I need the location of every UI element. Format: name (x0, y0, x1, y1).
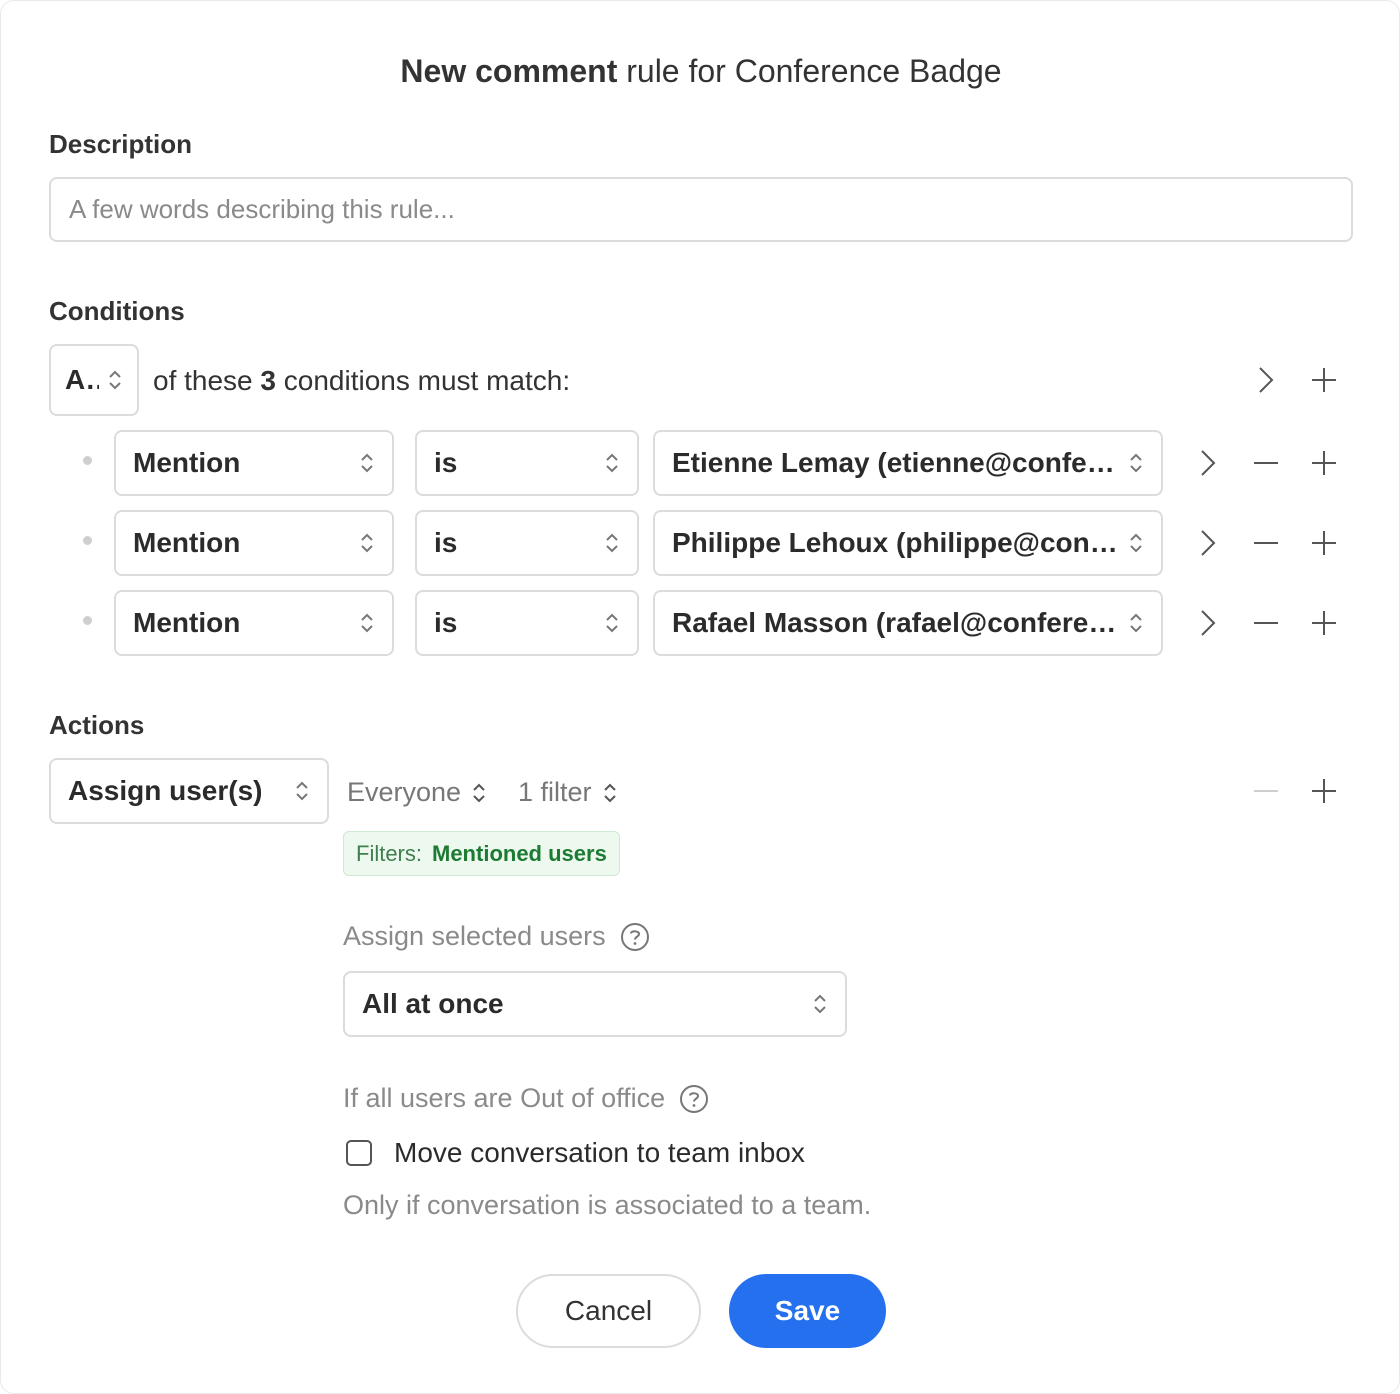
help-icon[interactable] (679, 1084, 709, 1114)
condition-field-select[interactable]: Mention (114, 430, 394, 496)
condition-operator-value: is (434, 527, 458, 558)
filters-key: Filters: (356, 840, 422, 866)
condition-expand-chevron-icon[interactable] (1191, 447, 1223, 479)
condition-value-text: Rafael Masson (rafael@conference.com) (672, 607, 1120, 638)
updown-chevron-icon (603, 783, 616, 802)
ooo-label-text: If all users are Out of office (343, 1083, 666, 1113)
move-to-team-inbox-label[interactable]: Move conversation to team inbox (394, 1137, 805, 1169)
action-type-select[interactable]: Assign user(s) (49, 758, 329, 824)
add-condition-plus-icon[interactable] (1308, 527, 1340, 559)
updown-chevron-icon (1130, 613, 1142, 633)
updown-chevron-icon (606, 613, 618, 633)
updown-chevron-icon (109, 370, 121, 390)
summary-count: 3 (260, 365, 276, 396)
condition-field-value: Mention (133, 527, 241, 558)
condition-value-text: Philippe Lehoux (philippe@conference.com… (672, 527, 1120, 558)
condition-expand-chevron-icon[interactable] (1191, 607, 1223, 639)
conditions-summary: of these 3 conditions must match: (153, 365, 570, 397)
remove-condition-minus-icon[interactable] (1250, 607, 1282, 639)
condition-operator-select[interactable]: is (415, 430, 639, 496)
assign-mode-value: All at once (362, 988, 504, 1019)
filter-count: 1 filter (518, 777, 592, 807)
condition-field-value: Mention (133, 447, 241, 478)
assign-mode-select[interactable]: All at once (343, 971, 847, 1037)
out-of-office-label: If all users are Out of office (343, 1083, 709, 1114)
summary-pre: of these (153, 365, 261, 396)
condition-operator-select[interactable]: is (415, 590, 639, 656)
condition-bullet (83, 456, 92, 465)
updown-chevron-icon (606, 453, 618, 473)
move-to-team-inbox-checkbox[interactable] (346, 1140, 372, 1166)
dialog-title: New comment rule for Conference Badge (1, 53, 1400, 90)
condition-bullet (83, 536, 92, 545)
rule-dialog: New comment rule for Conference Badge De… (0, 0, 1400, 1394)
team-association-note: Only if conversation is associated to a … (343, 1190, 872, 1220)
condition-operator-select[interactable]: is (415, 510, 639, 576)
condition-field-value: Mention (133, 607, 241, 638)
description-input[interactable] (49, 177, 1353, 242)
condition-operator-value: is (434, 607, 458, 638)
group-expand-chevron-icon[interactable] (1249, 364, 1281, 396)
condition-bullet (83, 616, 92, 625)
condition-expand-chevron-icon[interactable] (1191, 527, 1223, 559)
dialog-title-bold: New comment (400, 53, 618, 89)
updown-chevron-icon (361, 533, 373, 553)
add-group-plus-icon[interactable] (1308, 364, 1340, 396)
updown-chevron-icon (473, 783, 485, 802)
condition-field-select[interactable]: Mention (114, 590, 394, 656)
summary-post: conditions must match: (275, 365, 571, 396)
remove-action-minus-icon[interactable] (1250, 775, 1282, 807)
actions-label: Actions (49, 710, 145, 740)
condition-value-select[interactable]: Philippe Lehoux (philippe@conference.com… (653, 510, 1163, 576)
match-mode-select[interactable]: All (49, 344, 139, 416)
remove-condition-minus-icon[interactable] (1250, 447, 1282, 479)
help-icon[interactable] (620, 922, 650, 952)
add-condition-plus-icon[interactable] (1308, 447, 1340, 479)
assign-label-text: Assign selected users (343, 921, 606, 951)
condition-value-select[interactable]: Rafael Masson (rafael@conference.com) (653, 590, 1163, 656)
match-mode-value: All (65, 364, 99, 395)
action-type-value: Assign user(s) (68, 775, 263, 806)
updown-chevron-icon (361, 453, 373, 473)
updown-chevron-icon (1130, 533, 1142, 553)
condition-operator-value: is (434, 447, 458, 478)
remove-condition-minus-icon[interactable] (1250, 527, 1282, 559)
save-button[interactable]: Save (729, 1274, 886, 1348)
assign-selected-users-label: Assign selected users (343, 921, 650, 952)
updown-chevron-icon (606, 533, 618, 553)
condition-value-text: Etienne Lemay (etienne@conference.com) (672, 447, 1120, 478)
updown-chevron-icon (296, 781, 308, 801)
dialog-title-rest: rule for Conference Badge (617, 53, 1002, 89)
cancel-button[interactable]: Cancel (516, 1274, 701, 1348)
description-label: Description (49, 129, 193, 159)
updown-chevron-icon (814, 994, 826, 1014)
add-condition-plus-icon[interactable] (1308, 607, 1340, 639)
condition-value-select[interactable]: Etienne Lemay (etienne@conference.com) (653, 430, 1163, 496)
audience-select[interactable]: Everyone (347, 777, 487, 808)
filters-value: Mentioned users (432, 840, 607, 866)
audience-value: Everyone (347, 777, 462, 807)
filter-select[interactable]: 1 filter (518, 777, 618, 808)
updown-chevron-icon (361, 613, 373, 633)
filters-badge: Filters: Mentioned users (343, 831, 620, 876)
add-action-plus-icon[interactable] (1308, 775, 1340, 807)
updown-chevron-icon (1130, 453, 1142, 473)
condition-field-select[interactable]: Mention (114, 510, 394, 576)
conditions-label: Conditions (49, 296, 185, 326)
